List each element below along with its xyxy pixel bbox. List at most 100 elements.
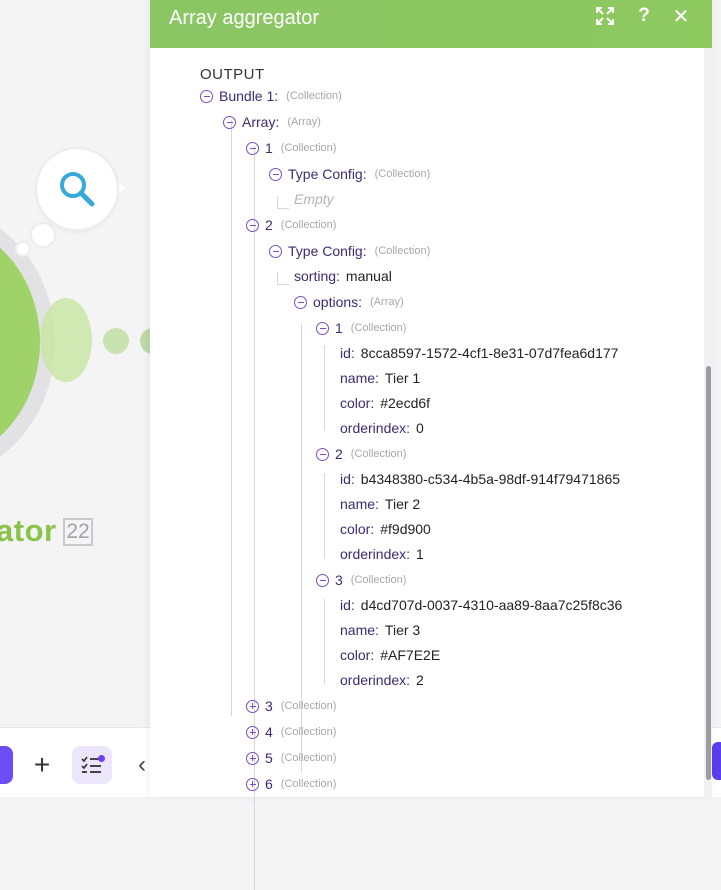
tree-type-label: (Collection)	[286, 90, 342, 102]
tree-guide-line	[277, 272, 278, 284]
tree-guide-line	[277, 196, 278, 208]
help-icon[interactable]: ?	[632, 4, 656, 28]
run-button[interactable]	[0, 746, 13, 784]
tree-row[interactable]: 6 (Collection)	[246, 773, 336, 795]
tree-key: sorting:	[294, 268, 340, 284]
tree-guide-line	[324, 345, 325, 430]
tree-key: Type Config:	[288, 166, 367, 182]
tree-key: orderindex:	[340, 546, 411, 562]
tree-row[interactable]: Type Config: (Collection)	[269, 240, 430, 262]
scrollbar-thumb[interactable]	[706, 366, 711, 780]
collapse-toggle-icon[interactable]	[316, 447, 329, 461]
tree-value: Tier 1	[384, 370, 421, 386]
tree-row: id: 8cca8597-1572-4cf1-8e31-07d7fea6d177	[340, 342, 618, 364]
tree-row[interactable]: 5 (Collection)	[246, 747, 336, 769]
tree-key: Type Config:	[288, 243, 367, 259]
collapse-toggle-icon[interactable]	[223, 115, 236, 129]
tree-key: orderindex:	[340, 420, 411, 436]
output-label: OUTPUT	[200, 66, 265, 83]
tree-value: 2	[416, 672, 424, 688]
tree-row[interactable]: 1 (Collection)	[316, 317, 406, 339]
collapse-toggle-icon[interactable]	[269, 244, 282, 258]
tree-row: orderindex: 0	[340, 417, 424, 439]
tree-type-label: (Array)	[370, 296, 404, 308]
tree-type-label: (Collection)	[280, 142, 337, 154]
connector-dot	[103, 328, 129, 354]
tree-type-label: (Collection)	[374, 168, 431, 180]
tree-row[interactable]: Bundle 1: (Collection)	[200, 85, 342, 107]
module-id-badge: 22	[63, 518, 93, 546]
edge-action-button[interactable]	[712, 742, 721, 780]
tree-value: 8cca8597-1572-4cf1-8e31-07d7fea6d177	[360, 345, 619, 361]
tree-row[interactable]: options: (Array)	[294, 291, 404, 313]
expand-toggle-icon[interactable]	[246, 751, 259, 765]
tree-type-label: (Array)	[287, 116, 321, 128]
tree-guide-line	[277, 284, 289, 285]
tree-value: 1	[416, 546, 424, 562]
tree-key: 1	[265, 140, 273, 156]
tree-key: 1	[335, 320, 343, 336]
collapse-toggle-icon[interactable]	[294, 295, 307, 309]
checklist-icon[interactable]	[72, 746, 112, 784]
collapse-toggle-icon[interactable]	[316, 321, 329, 335]
notification-dot	[98, 755, 105, 762]
tree-type-label: (Collection)	[280, 219, 337, 231]
tree-guide-line	[254, 171, 255, 211]
tree-row[interactable]: 4 (Collection)	[246, 721, 336, 743]
collapse-toggle-icon[interactable]	[200, 89, 213, 103]
tree-key: name:	[340, 622, 379, 638]
scrollbar-track[interactable]	[704, 48, 712, 797]
collapse-toggle-icon[interactable]	[246, 141, 259, 155]
tree-type-label: (Collection)	[280, 752, 337, 764]
tree-key: 2	[335, 446, 343, 462]
tree-key: 6	[265, 776, 273, 792]
close-icon[interactable]: ✕	[669, 4, 693, 28]
tree-row: name: Tier 3	[340, 619, 420, 641]
collapse-toggle-icon[interactable]	[269, 167, 282, 181]
tree-row[interactable]: Array: (Array)	[223, 111, 321, 133]
expand-toggle-icon[interactable]	[246, 777, 259, 791]
inspect-bubble[interactable]	[37, 149, 117, 229]
tree-row: color: #AF7E2E	[340, 644, 440, 666]
collapse-toggle-icon[interactable]	[246, 218, 259, 232]
tree-row: Empty	[294, 188, 334, 210]
expand-icon[interactable]	[593, 4, 617, 28]
tree-value: #f9d900	[380, 521, 431, 537]
tree-key: 5	[265, 750, 273, 766]
tree-row[interactable]: 1 (Collection)	[246, 137, 336, 159]
tree-row[interactable]: 3 (Collection)	[316, 569, 406, 591]
tree-row: id: b4348380-c534-4b5a-98df-914f79471865	[340, 468, 620, 490]
tree-value: #AF7E2E	[380, 647, 441, 663]
tree-row[interactable]: 2 (Collection)	[316, 443, 406, 465]
tree-value: Tier 2	[384, 496, 421, 512]
tree-guide-line	[324, 599, 325, 684]
output-panel: Array aggregator ? ✕ OUTPUT Bundle 1: (Co…	[150, 0, 712, 890]
tree-type-label: (Collection)	[280, 700, 337, 712]
thought-dot	[32, 224, 54, 246]
tree-row[interactable]: 3 (Collection)	[246, 695, 336, 717]
tree-row: name: Tier 2	[340, 493, 420, 515]
tree-key: name:	[340, 496, 379, 512]
tree-key: name:	[340, 370, 379, 386]
tree-key: id:	[340, 345, 355, 361]
tree-value: Tier 3	[384, 622, 421, 638]
tree-key: id:	[340, 597, 355, 613]
clipped-row	[223, 40, 403, 49]
tree-row[interactable]: Type Config: (Collection)	[269, 163, 430, 185]
tree-key: Array:	[242, 114, 280, 130]
tree-key: Bundle 1:	[219, 88, 279, 104]
expand-glyph	[596, 7, 614, 25]
tree-type-label: (Collection)	[350, 322, 407, 334]
tree-row[interactable]: 2 (Collection)	[246, 214, 336, 236]
expand-toggle-icon[interactable]	[246, 725, 259, 739]
tree-guide-line	[231, 120, 232, 716]
plus-icon[interactable]: +	[28, 748, 56, 782]
tree-value: d4cd707d-0037-4310-aa89-8aa7c25f8c36	[360, 597, 623, 613]
collapse-toggle-icon[interactable]	[316, 573, 329, 587]
tree-key: 3	[265, 698, 273, 714]
expand-toggle-icon[interactable]	[246, 699, 259, 713]
tree-key: options:	[313, 294, 363, 310]
tree-guide-line	[277, 208, 289, 209]
chevron-left-icon[interactable]: ‹	[138, 748, 146, 782]
tree-key: color:	[340, 647, 375, 663]
